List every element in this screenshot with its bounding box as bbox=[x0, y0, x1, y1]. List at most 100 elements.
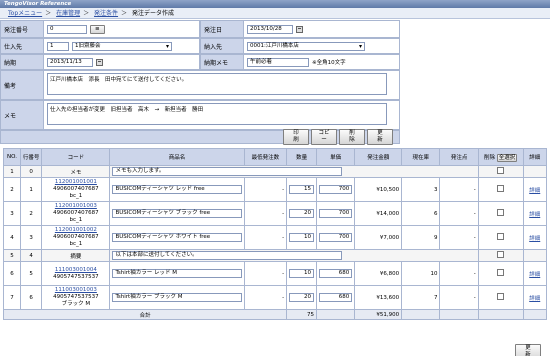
col-reorder-point: 発注点 bbox=[439, 148, 479, 166]
row-name-input[interactable]: Tshirt袖カラー ブラック M bbox=[112, 293, 242, 302]
total-qty: 75 bbox=[286, 309, 317, 320]
row-code-link[interactable]: 111003001004 bbox=[44, 267, 107, 274]
row-price-input[interactable]: 680 bbox=[318, 293, 353, 302]
row-detail-link[interactable]: 詳細 bbox=[529, 272, 540, 278]
row-qty-input[interactable]: 10 bbox=[289, 269, 314, 278]
update-button-bottom[interactable]: 更 新 bbox=[515, 344, 541, 356]
row-code-sub: bc_1 bbox=[69, 193, 83, 199]
row-no: 6 bbox=[2, 261, 22, 286]
row-stock: 10 bbox=[401, 261, 441, 286]
row-price-input[interactable]: 700 bbox=[318, 233, 353, 242]
row-memo-input[interactable]: 以下は本部に送付してください。 bbox=[112, 251, 343, 260]
row-qty-input[interactable]: 15 bbox=[289, 185, 314, 194]
due-memo-input[interactable]: 午前必着 bbox=[247, 57, 309, 67]
row-code-link[interactable]: 112001001003 bbox=[44, 203, 107, 210]
row-no: 2 bbox=[2, 177, 22, 202]
col-no: NO. bbox=[2, 148, 22, 166]
delivery-label: 納入先 bbox=[200, 38, 244, 54]
row-name-input[interactable]: BUSICOMティーシャツ レッド free bbox=[112, 185, 242, 194]
row-detail-link[interactable]: 詳細 bbox=[529, 212, 540, 218]
row-detail-link[interactable]: 詳細 bbox=[529, 296, 540, 302]
row-memo-input[interactable]: メモも入力します。 bbox=[112, 167, 343, 176]
supplier-select[interactable]: 1旧齋藤会 bbox=[72, 41, 172, 51]
row-delete-checkbox[interactable] bbox=[497, 233, 505, 240]
row-code-sub: ブラック M bbox=[61, 301, 91, 307]
copy-button[interactable]: コピー bbox=[311, 129, 337, 145]
row-qty-input[interactable]: 20 bbox=[289, 209, 314, 218]
row-code-link[interactable]: 112001001001 bbox=[44, 179, 107, 186]
row-jan-code: 4905747537537 bbox=[53, 273, 99, 280]
delivery-select[interactable]: 0001:江戸川橋本店 bbox=[247, 41, 365, 51]
row-no: 3 bbox=[2, 201, 22, 226]
row-min-qty: - bbox=[243, 201, 288, 226]
calendar-icon[interactable] bbox=[296, 25, 303, 33]
row-min-qty: - bbox=[243, 177, 288, 202]
row-jan-code: 4906007407687 bbox=[53, 186, 99, 192]
breadcrumb-order-conditions[interactable]: 発注条件 bbox=[94, 10, 118, 17]
row-delete-checkbox[interactable] bbox=[497, 209, 505, 216]
row-line-no: 3 bbox=[20, 225, 43, 250]
row-reorder-point: - bbox=[439, 201, 479, 226]
row-code-text: 摘要 bbox=[41, 249, 111, 262]
row-stock: 6 bbox=[401, 201, 441, 226]
row-qty-input[interactable]: 10 bbox=[289, 233, 314, 242]
due-date-label: 納期 bbox=[0, 54, 44, 70]
col-delete: 削除 全選択 bbox=[477, 148, 524, 166]
col-line: 行番号 bbox=[20, 148, 43, 166]
breadcrumb-current: 発注データ作成 bbox=[131, 10, 174, 17]
row-price-input[interactable]: 680 bbox=[318, 269, 353, 278]
row-amount: ¥14,000 bbox=[354, 201, 403, 226]
breadcrumb-inventory[interactable]: 在庫管理 bbox=[56, 10, 80, 17]
row-delete-checkbox[interactable] bbox=[497, 293, 505, 300]
col-delete-label: 削除 bbox=[484, 154, 496, 161]
row-price-input[interactable]: 700 bbox=[318, 209, 353, 218]
row-delete-checkbox[interactable] bbox=[497, 185, 505, 192]
col-stock: 現在庫 bbox=[401, 148, 441, 166]
row-jan-code: 4906007407687 bbox=[53, 210, 99, 216]
calendar-icon[interactable] bbox=[96, 58, 103, 66]
row-stock: 7 bbox=[401, 285, 441, 310]
table-row: 2 1 112001001001 4906007407687 bc_1 BUSI… bbox=[2, 177, 547, 202]
supplier-label: 仕入先 bbox=[0, 38, 44, 54]
col-qty: 数量 bbox=[286, 148, 317, 166]
order-date-label: 発注日 bbox=[200, 20, 244, 38]
row-detail-link[interactable]: 詳細 bbox=[529, 188, 540, 194]
due-date-input[interactable]: 2013/11/13 bbox=[47, 57, 93, 67]
due-memo-label: 納期メモ bbox=[200, 54, 244, 70]
row-min-qty: - bbox=[243, 285, 288, 310]
memo-label: メモ bbox=[0, 100, 44, 130]
row-code-link[interactable]: 112001001002 bbox=[44, 227, 107, 234]
row-name-input[interactable]: BUSICOMティーシャツ ブラック free bbox=[112, 209, 242, 218]
row-name-input[interactable]: Tshirt袖カラー レッド M bbox=[112, 269, 242, 278]
remarks-textarea[interactable]: 江戸川橋本店 添長 田中宛てにて送付してください。 bbox=[47, 73, 387, 95]
app-title: TengoVisor Reference bbox=[0, 0, 550, 8]
order-no-lookup-button[interactable]: ≡ bbox=[90, 24, 105, 34]
row-delete-checkbox[interactable] bbox=[497, 269, 505, 276]
row-detail-link[interactable]: 詳細 bbox=[529, 236, 540, 242]
row-jan-code: 4906007407687 bbox=[53, 234, 99, 240]
memo-textarea[interactable]: 仕入先の担当者が変更 旧担当者 高木 → 新担当者 勝田 bbox=[47, 103, 387, 125]
delete-button[interactable]: 削 除 bbox=[339, 129, 365, 145]
row-amount: ¥6,800 bbox=[354, 261, 403, 286]
row-delete-checkbox[interactable] bbox=[497, 167, 505, 174]
row-qty-input[interactable]: 20 bbox=[289, 293, 314, 302]
update-button[interactable]: 更 新 bbox=[367, 129, 393, 145]
row-reorder-point: - bbox=[439, 261, 479, 286]
row-jan-code: 4905747537537 bbox=[53, 294, 99, 300]
col-name: 商品名 bbox=[109, 148, 245, 166]
row-amount: ¥7,000 bbox=[354, 225, 403, 250]
table-row: 3 2 112001001003 4906007407687 bc_1 BUSI… bbox=[2, 201, 547, 226]
row-delete-checkbox[interactable] bbox=[497, 251, 505, 258]
print-button[interactable]: 印 刷 bbox=[283, 129, 309, 145]
supplier-code-input[interactable]: 1 bbox=[47, 41, 69, 51]
breadcrumb-top-menu[interactable]: Topメニュー bbox=[8, 10, 42, 17]
order-no-input[interactable]: 0 bbox=[47, 24, 87, 34]
row-name-input[interactable]: BUSICOMティーシャツ ホワイト free bbox=[112, 233, 242, 242]
remarks-label: 備考 bbox=[0, 70, 44, 100]
row-code-link[interactable]: 111003001003 bbox=[44, 287, 107, 294]
select-all-button[interactable]: 全選択 bbox=[496, 153, 518, 162]
row-price-input[interactable]: 700 bbox=[318, 185, 353, 194]
table-row: 6 5 111003001004 4905747537537 Tshirt袖カラ… bbox=[2, 261, 547, 286]
row-line-no: 1 bbox=[20, 177, 43, 202]
order-date-input[interactable]: 2013/10/28 bbox=[247, 24, 293, 34]
